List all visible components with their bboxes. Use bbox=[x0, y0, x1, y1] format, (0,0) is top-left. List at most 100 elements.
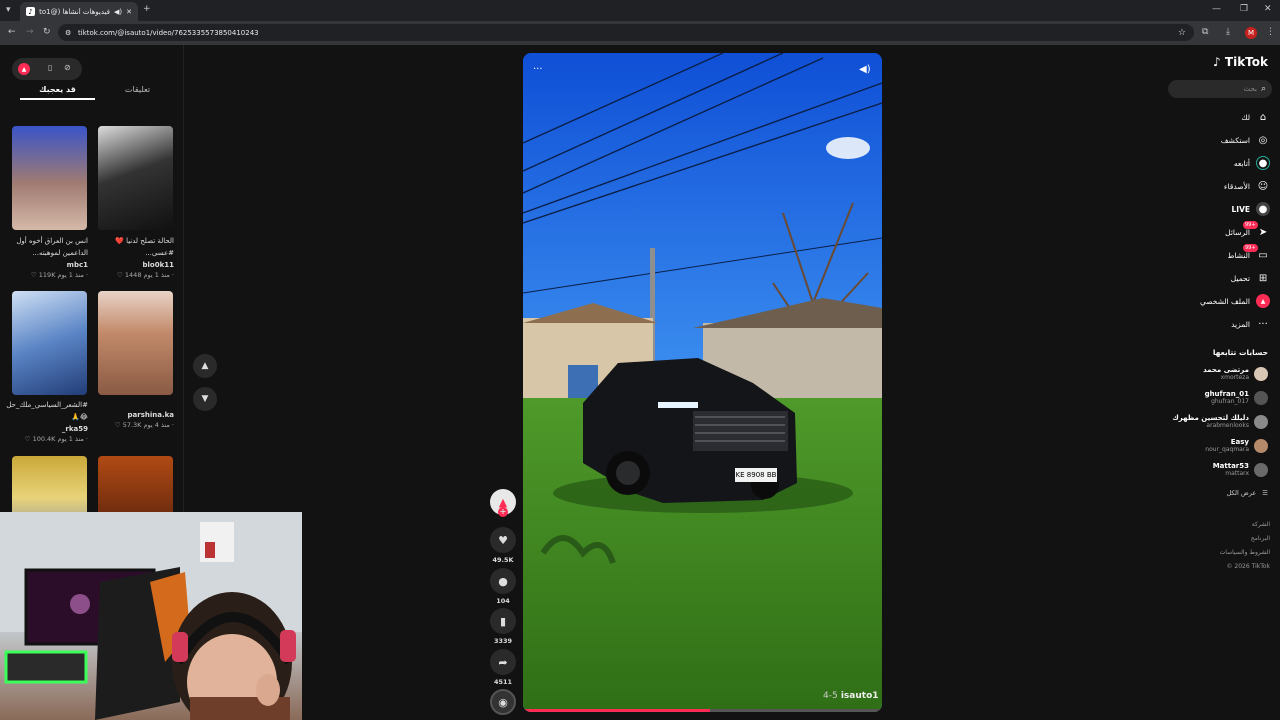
heart-icon[interactable]: ♥ bbox=[490, 527, 516, 553]
profile-avatar[interactable]: M bbox=[1245, 27, 1257, 39]
tab-close-icon[interactable]: ✕ bbox=[126, 8, 132, 16]
back-icon[interactable]: ← bbox=[8, 28, 16, 37]
footer-link[interactable]: الشروط والسياسات bbox=[1220, 549, 1270, 556]
followed-account[interactable]: ghufran_01 ghufran_017 bbox=[1205, 390, 1268, 406]
account-handle: nour_qaqmara bbox=[1205, 446, 1249, 453]
minimize-icon[interactable]: — bbox=[1212, 5, 1221, 14]
previous-video-button[interactable]: ▲ bbox=[193, 354, 217, 378]
nav-label: LIVE bbox=[1231, 204, 1251, 214]
maximize-icon[interactable]: ❐ bbox=[1240, 5, 1248, 14]
close-window-icon[interactable]: ✕ bbox=[1264, 5, 1272, 14]
messages-icon: ➤ bbox=[1258, 226, 1268, 238]
share-icon[interactable]: ➦ bbox=[490, 649, 516, 675]
follow-plus-icon[interactable]: + bbox=[498, 507, 508, 517]
see-all-link[interactable]: عرض الكل ☰ bbox=[1226, 489, 1268, 497]
author-avatar-action[interactable]: ▲ + bbox=[490, 489, 516, 518]
video-progress-fill bbox=[523, 709, 710, 712]
music-disc-icon[interactable]: ◉ bbox=[490, 689, 516, 715]
tiktok-logo[interactable]: ♪ TikTok bbox=[1213, 55, 1268, 69]
watermark-user: isauto1 bbox=[840, 691, 879, 701]
nav-explore[interactable]: ◎ استكشف bbox=[1221, 133, 1270, 147]
video-thumbnail[interactable] bbox=[12, 291, 87, 395]
next-video-button[interactable]: ▼ bbox=[193, 387, 217, 411]
nav-for-you[interactable]: ⌂ لك bbox=[1241, 110, 1270, 124]
volume-icon[interactable]: ◀) bbox=[859, 64, 871, 75]
save-action[interactable]: ▮ 3339 bbox=[490, 608, 516, 645]
comment-action[interactable]: ● 104 bbox=[490, 568, 516, 605]
share-action[interactable]: ➦ 4511 bbox=[490, 649, 516, 686]
reload-icon[interactable]: ↻ bbox=[43, 28, 51, 37]
followed-account[interactable]: Easy nour_qaqmara bbox=[1205, 438, 1268, 454]
extensions-icon[interactable]: ⧉ bbox=[1202, 28, 1208, 37]
account-handle: mattarx bbox=[1225, 470, 1249, 477]
footer-link[interactable]: البرنامج bbox=[1251, 535, 1270, 542]
new-tab-icon[interactable]: + bbox=[143, 5, 151, 14]
bookmark-star-icon[interactable]: ☆ bbox=[1178, 28, 1186, 38]
activity-badge: 99+ bbox=[1243, 244, 1258, 252]
nav-label: أتابعه bbox=[1233, 158, 1250, 168]
followed-account[interactable]: مرتضى محمد xmortezа bbox=[1203, 366, 1268, 382]
video-date: منذ 1 يوم · bbox=[57, 271, 88, 279]
nav-live[interactable]: ● LIVE bbox=[1231, 202, 1270, 216]
video-author[interactable]: parshina.ka bbox=[96, 409, 174, 421]
browser-tab-bar: ▾ ♪ فيديوهات أنشأها (@isauto1) ◀) ✕ + — … bbox=[0, 0, 1280, 21]
download-icon[interactable]: ⤓ bbox=[1226, 28, 1230, 37]
url-text: tiktok.com/@isauto1/video/76253355738504… bbox=[78, 28, 259, 37]
nav-label: تحميل bbox=[1230, 273, 1250, 283]
like-count: 1448 bbox=[124, 271, 142, 279]
bookmark-icon[interactable]: ▮ bbox=[490, 608, 516, 634]
browser-tab[interactable]: ♪ فيديوهات أنشأها (@isauto1) ◀) ✕ bbox=[20, 2, 138, 21]
search-icon[interactable]: ⌕ bbox=[1261, 84, 1266, 94]
tab-title: فيديوهات أنشأها (@isauto1) bbox=[39, 7, 110, 16]
nav-label: الملف الشخصي bbox=[1200, 296, 1250, 306]
like-action[interactable]: ♥ 49.5K bbox=[490, 527, 516, 564]
account-name: دليلك لتحسين مظهرك bbox=[1172, 414, 1249, 422]
video-author[interactable]: mbc1 bbox=[10, 259, 88, 271]
nav-label: المزيد bbox=[1231, 319, 1250, 329]
comment-icon[interactable]: ● bbox=[490, 568, 516, 594]
video-progress-bar[interactable] bbox=[523, 709, 882, 712]
video-thumbnail[interactable] bbox=[98, 291, 173, 395]
block-icon[interactable]: ⊘ bbox=[64, 63, 71, 72]
nav-friends[interactable]: ☺ الأصدقاء bbox=[1224, 179, 1270, 193]
video-player[interactable]: KE 8908 BB ··· ◀) 4-5 isauto1 bbox=[523, 53, 882, 712]
footer-link[interactable]: الشركة bbox=[1252, 521, 1270, 528]
video-meta: ♡ 57.3K منذ 4 يوم · bbox=[114, 421, 174, 429]
site-info-icon[interactable]: ⚙ bbox=[65, 29, 71, 37]
logo-text: TikTok bbox=[1224, 55, 1268, 69]
nav-profile[interactable]: ▲ الملف الشخصي bbox=[1200, 294, 1270, 308]
video-options-icon[interactable]: ··· bbox=[533, 64, 543, 75]
tab-comments[interactable]: تعليقات bbox=[100, 85, 175, 98]
like-count: 57.3K bbox=[122, 421, 142, 429]
followed-account[interactable]: دليلك لتحسين مظهرك arabmenlooks bbox=[1172, 414, 1268, 430]
music-disc-action[interactable]: ◉ bbox=[490, 689, 516, 718]
browser-menu-icon[interactable]: ⋮ bbox=[1266, 28, 1275, 37]
video-date: منذ 1 يوم · bbox=[143, 271, 174, 279]
nav-label: الأصدقاء bbox=[1223, 181, 1250, 191]
video-author[interactable]: rka59_ bbox=[10, 423, 88, 435]
video-caption[interactable]: #الشعر_السياسي_ملك_حل 😂🙏 bbox=[6, 399, 88, 423]
account-name: مرتضى محمد bbox=[1203, 366, 1249, 374]
tab-you-may-like[interactable]: قد يعجبك bbox=[20, 85, 95, 100]
like-count: 119K bbox=[38, 271, 56, 279]
friends-icon: ☺ bbox=[1257, 180, 1269, 192]
copyright-text: © 2026 TikTok bbox=[1226, 563, 1271, 570]
video-thumbnail[interactable] bbox=[12, 126, 87, 230]
video-date: منذ 4 يوم · bbox=[143, 421, 174, 429]
nav-upload[interactable]: ⊞ تحميل bbox=[1231, 271, 1270, 285]
tab-audio-icon[interactable]: ◀) bbox=[114, 8, 122, 16]
tab-list-icon[interactable]: ▾ bbox=[6, 6, 11, 15]
video-thumbnail[interactable] bbox=[98, 126, 173, 230]
forward-icon[interactable]: → bbox=[26, 28, 34, 37]
search-input[interactable]: بحث ⌕ bbox=[1168, 80, 1272, 98]
followed-account[interactable]: Mattar53 mattarx bbox=[1213, 462, 1268, 478]
nav-following[interactable]: ● أتابعه bbox=[1234, 156, 1270, 170]
video-caption[interactable]: انس بن العراق أخوه أول الداعمين لموهبته.… bbox=[10, 235, 88, 259]
user-avatar-icon[interactable]: ▲ bbox=[18, 63, 30, 75]
nav-more[interactable]: ··· المزيد bbox=[1231, 317, 1270, 331]
video-caption[interactable]: الحالة تصلح لدنيا ❤️ #عسى... bbox=[96, 235, 174, 259]
url-field[interactable]: ⚙ tiktok.com/@isauto1/video/762533557385… bbox=[58, 24, 1194, 41]
activity-icon: ▭ bbox=[1258, 249, 1268, 261]
video-author[interactable]: blo0k11 bbox=[96, 259, 175, 271]
device-icon[interactable]: ▯ bbox=[48, 63, 52, 72]
